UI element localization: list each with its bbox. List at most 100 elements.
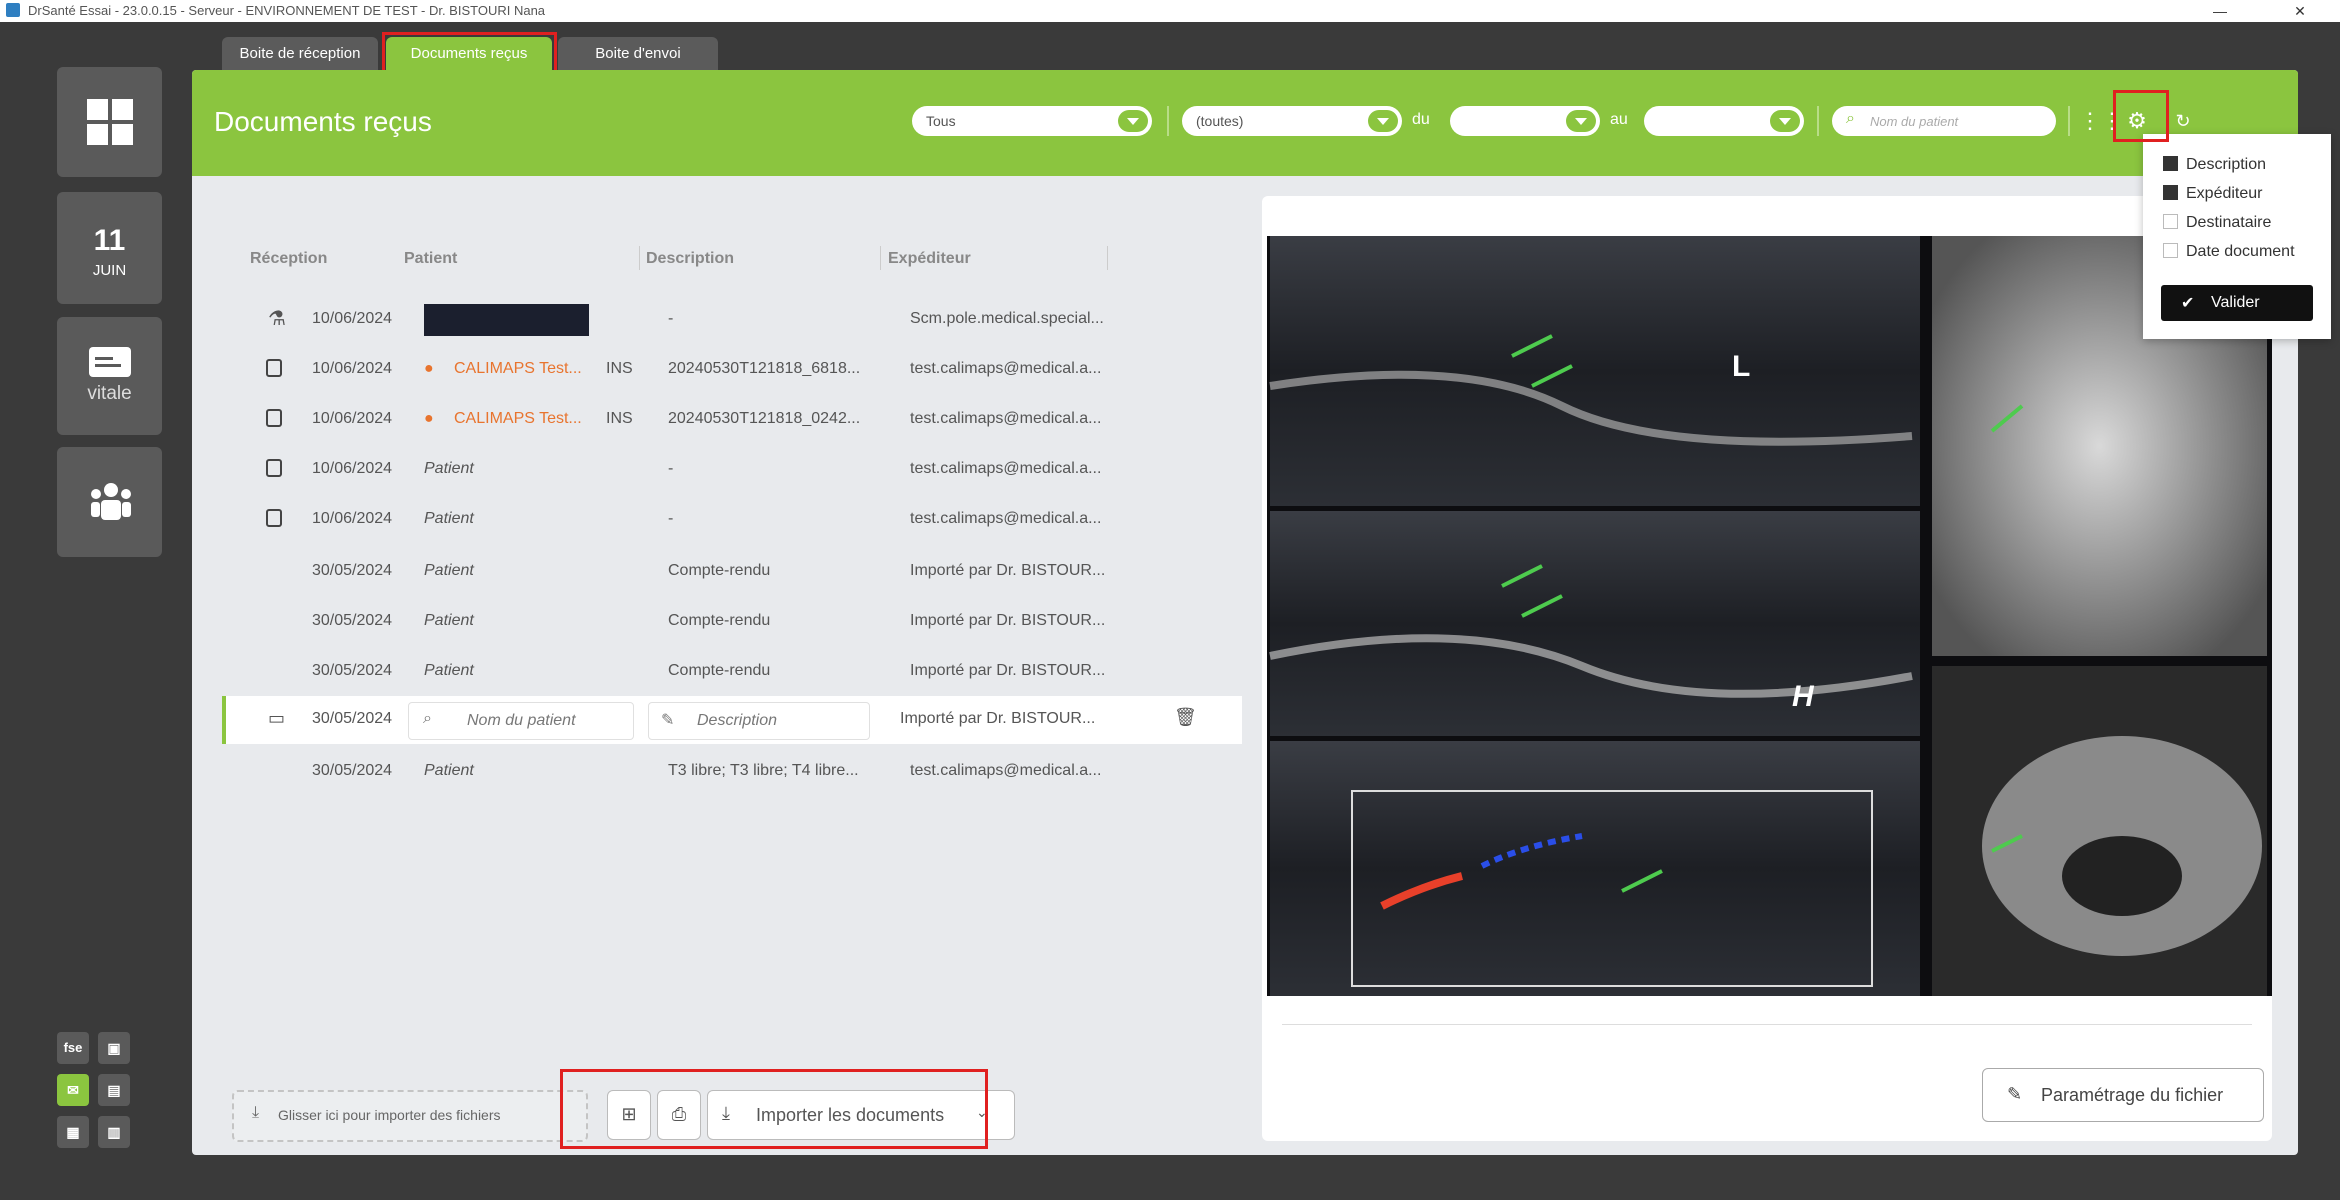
row-description: Compte-rendu	[668, 612, 771, 629]
trash-icon[interactable]: 🗑	[1174, 707, 1197, 728]
dashboard-tile[interactable]	[57, 67, 162, 177]
menu-item-label: Description	[2186, 156, 2267, 173]
tab-outbox[interactable]: Boite d'envoi	[558, 37, 718, 71]
table-row[interactable]: 30/05/2024 Patient T3 libre; T3 libre; T…	[242, 748, 1242, 796]
calendar-day: 11	[93, 224, 126, 257]
divider	[1817, 106, 1819, 136]
tab-inbox[interactable]: Boite de réception	[222, 37, 378, 71]
drop-zone[interactable]: ⤓ Glisser ici pour importer des fichiers	[232, 1090, 588, 1142]
column-divider	[1107, 246, 1108, 270]
row-description: Compte-rendu	[668, 562, 771, 579]
header-bar: Documents reçus Tous (toutes) du au ⌕ No…	[192, 70, 2298, 176]
medical-file-icon[interactable]: ▣	[98, 1032, 130, 1064]
table-row[interactable]: 10/06/2024 Patient - test.calimaps@medic…	[242, 446, 1242, 494]
scanner-icon: ▭	[268, 708, 286, 728]
minimize-button[interactable]: —	[2200, 0, 2240, 22]
people-icon	[91, 483, 131, 521]
patients-tile[interactable]	[57, 447, 162, 557]
row-sender: test.calimaps@medical.a...	[910, 762, 1102, 779]
redacted-patient	[424, 304, 589, 336]
left-rail: 11 JUIN vitale fse ▣ ✉ ▤ ▦ ▥	[0, 22, 200, 1200]
label-h: H	[1792, 680, 1815, 713]
row-patient: Patient	[424, 510, 474, 527]
selected-table-row[interactable]: ▭ 30/05/2024 ⌕ Nom du patient ✎ Descript…	[222, 696, 1242, 744]
divider	[1282, 1024, 2252, 1025]
row-patient: Patient	[424, 662, 474, 679]
description-inline-placeholder: Description	[697, 712, 778, 729]
divider	[2068, 106, 2070, 136]
divider	[1167, 106, 1169, 136]
col-sender[interactable]: Expéditeur	[888, 250, 971, 268]
checkbox-checked[interactable]	[2163, 185, 2178, 200]
file-settings-button[interactable]: ✎ Paramétrage du fichier	[1982, 1068, 2264, 1122]
row-sender: test.calimaps@medical.a...	[910, 510, 1102, 527]
fse-button[interactable]: fse	[57, 1032, 89, 1064]
calendar-month: JUIN	[92, 262, 127, 279]
table-row[interactable]: 30/05/2024 Patient Compte-rendu Importé …	[242, 598, 1242, 646]
preview-panel: L H ✎ Paramétrage du fichier	[1262, 196, 2272, 1141]
row-sender: Importé par Dr. BISTOUR...	[910, 612, 1106, 629]
menu-item-sender[interactable]: Expéditeur	[2163, 185, 2263, 211]
table-row[interactable]: 30/05/2024 Patient Compte-rendu Importé …	[242, 648, 1242, 696]
vitale-label: vitale	[87, 383, 132, 404]
menu-item-recipient[interactable]: Destinataire	[2163, 214, 2271, 240]
validate-button[interactable]: ✔ Valider	[2161, 285, 2313, 321]
calendar-tile[interactable]: 11 JUIN	[57, 192, 162, 304]
close-button[interactable]: ✕	[2280, 0, 2320, 22]
row-patient[interactable]: CALIMAPS Test...	[454, 410, 582, 428]
row-date: 30/05/2024	[312, 710, 393, 727]
search-icon: ⌕	[1846, 110, 1855, 127]
row-date: 10/06/2024	[312, 310, 393, 327]
check-icon: ✔	[2181, 295, 2195, 312]
col-reception[interactable]: Réception	[250, 250, 327, 268]
ins-badge: INS	[606, 360, 633, 377]
table-row[interactable]: 30/05/2024 Patient Compte-rendu Importé …	[242, 548, 1242, 596]
patient-search-input[interactable]: ⌕ Nom du patient	[1832, 106, 2056, 136]
type-filter-value: Tous	[926, 113, 956, 129]
row-patient[interactable]: CALIMAPS Test...	[454, 360, 582, 378]
row-sender: test.calimaps@medical.a...	[910, 360, 1102, 377]
row-description: Compte-rendu	[668, 662, 771, 679]
vitale-tile[interactable]: vitale	[57, 317, 162, 435]
person-icon: ●	[424, 410, 434, 427]
document-icon	[266, 459, 282, 477]
patient-inline-input[interactable]: ⌕ Nom du patient	[408, 702, 634, 740]
row-sender: Importé par Dr. BISTOUR...	[900, 710, 1096, 727]
row-description: T3 libre; T3 libre; T4 libre...	[668, 762, 859, 779]
refresh-icon[interactable]: ↻	[2168, 106, 2198, 136]
main-panel: Documents reçus Tous (toutes) du au ⌕ No…	[192, 70, 2298, 1155]
mail-icon[interactable]: ✉	[57, 1074, 89, 1106]
medical-image-preview: L H	[1267, 236, 2272, 996]
category-filter-select[interactable]: (toutes)	[1182, 106, 1402, 136]
to-date-select[interactable]	[1644, 106, 1804, 136]
col-patient[interactable]: Patient	[404, 250, 457, 268]
chevron-down-icon	[1368, 110, 1398, 132]
description-inline-input[interactable]: ✎ Description	[648, 702, 870, 740]
row-date: 10/06/2024	[312, 510, 393, 527]
checkbox-checked[interactable]	[2163, 156, 2178, 171]
col-description[interactable]: Description	[646, 250, 734, 268]
type-filter-select[interactable]: Tous	[912, 106, 1152, 136]
table-row[interactable]: 10/06/2024 ● CALIMAPS Test... INS 202405…	[242, 396, 1242, 444]
checkbox-unchecked[interactable]	[2163, 214, 2178, 229]
table-row[interactable]: ⚗ 10/06/2024 - Scm.pole.medical.special.…	[242, 296, 1242, 344]
chevron-down-icon	[1770, 110, 1800, 132]
checkbox-unchecked[interactable]	[2163, 243, 2178, 258]
column-divider	[880, 246, 881, 270]
table-row[interactable]: 10/06/2024 Patient - test.calimaps@medic…	[242, 496, 1242, 544]
calculator-icon[interactable]: ▦	[57, 1116, 89, 1148]
row-date: 10/06/2024	[312, 360, 393, 377]
file-settings-label: Paramétrage du fichier	[2041, 1085, 2224, 1105]
row-description: -	[668, 510, 674, 527]
grid-view-icon[interactable]: ⋮⋮	[2079, 106, 2123, 136]
menu-item-description[interactable]: Description	[2163, 156, 2266, 182]
stats-icon[interactable]: ▥	[98, 1116, 130, 1148]
patient-inline-placeholder: Nom du patient	[467, 712, 576, 729]
column-divider	[639, 246, 640, 270]
menu-item-document-date[interactable]: Date document	[2163, 243, 2295, 269]
document-list-icon[interactable]: ▤	[98, 1074, 130, 1106]
table-row[interactable]: 10/06/2024 ● CALIMAPS Test... INS 202405…	[242, 346, 1242, 394]
drop-zone-label: Glisser ici pour importer des fichiers	[278, 1107, 501, 1123]
from-date-select[interactable]	[1450, 106, 1600, 136]
window-title: DrSanté Essai - 23.0.0.15 - Serveur - EN…	[28, 3, 546, 18]
